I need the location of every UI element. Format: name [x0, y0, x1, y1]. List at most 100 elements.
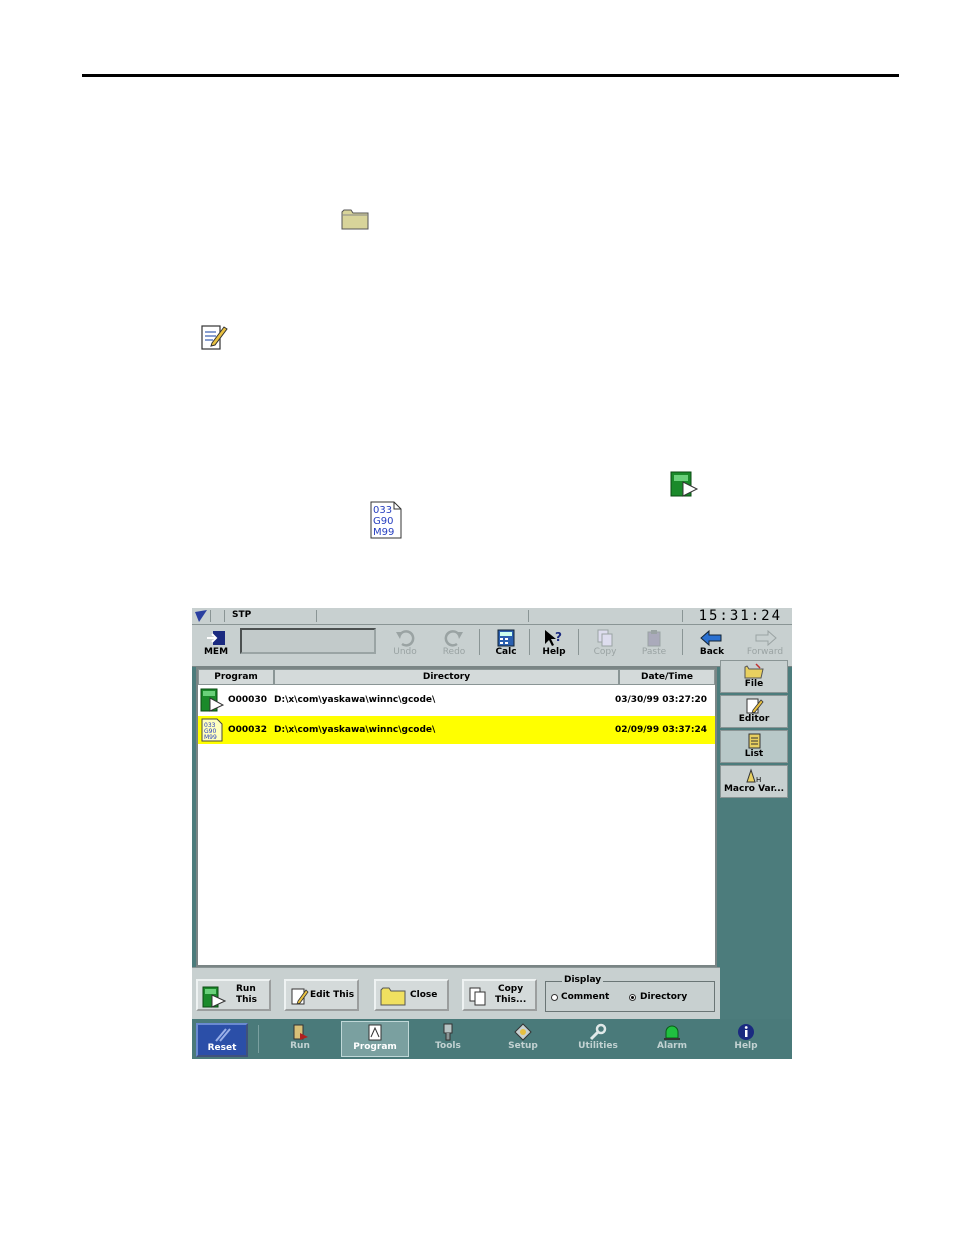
copy-this-label-1: Copy — [498, 984, 524, 994]
nav-run[interactable]: Run — [266, 1021, 334, 1057]
clock: 15:31:24 — [698, 608, 782, 624]
macro-variable-icon: H — [746, 768, 761, 784]
table-row[interactable]: O00030 D:\x\com\yaskawa\winnc\gcode\ 03/… — [198, 686, 715, 714]
help-button[interactable]: ? Help — [532, 627, 576, 663]
wrench-icon — [589, 1023, 607, 1041]
status-mode: STP — [232, 610, 252, 620]
close-label: Close — [410, 990, 438, 1000]
nav-setup-label: Setup — [508, 1041, 538, 1051]
folder-icon — [341, 209, 369, 230]
nav-utilities[interactable]: Utilities — [564, 1021, 632, 1057]
tab-macro-var[interactable]: H Macro Var... — [720, 765, 788, 798]
column-header-directory[interactable]: Directory — [274, 669, 619, 685]
program-datetime: 02/09/99 03:37:24 — [614, 725, 707, 735]
tab-editor[interactable]: Editor — [720, 695, 788, 728]
nav-help[interactable]: Help — [712, 1021, 780, 1057]
copy-this-button[interactable]: Copy This... — [462, 979, 537, 1011]
copy-label: Copy — [593, 647, 617, 657]
calc-label: Calc — [495, 647, 517, 657]
mdi-input[interactable] — [240, 628, 376, 654]
status-separator — [224, 610, 225, 622]
edit-icon — [291, 988, 309, 1005]
help-pointer-icon: ? — [545, 630, 562, 646]
nav-separator — [258, 1025, 259, 1053]
mem-icon — [207, 631, 225, 645]
forward-button[interactable]: Forward — [740, 627, 790, 663]
tab-file[interactable]: File — [720, 660, 788, 693]
column-header-datetime[interactable]: Date/Time — [619, 669, 715, 685]
tab-file-label: File — [744, 679, 764, 689]
table-row[interactable]: 033 G90 M99 O00032 D:\x\com\yaskawa\winn… — [198, 716, 715, 744]
gcode-file-icon: 033 G90 M99 — [370, 501, 402, 539]
paste-button[interactable]: Paste — [632, 627, 676, 663]
mem-button[interactable]: MEM — [196, 627, 236, 663]
redo-icon — [444, 630, 463, 647]
toolbar-separator — [479, 629, 480, 655]
program-list: Program Directory Date/Time O00030 D:\x\… — [196, 667, 717, 967]
reset-button[interactable]: Reset — [196, 1023, 248, 1057]
back-arrow-icon — [700, 629, 722, 647]
copy-icon — [469, 987, 486, 1006]
cnc-screen: STP 15:31:24 MEM Undo Redo Calc ? Help C… — [192, 608, 792, 1059]
nav-program[interactable]: Program — [341, 1021, 409, 1057]
directory-radio[interactable] — [629, 994, 636, 1001]
tab-list[interactable]: List — [720, 730, 788, 763]
editor-icon — [746, 698, 764, 714]
tools-icon — [443, 1023, 453, 1041]
nav-setup[interactable]: Setup — [489, 1021, 557, 1057]
nav-utilities-label: Utilities — [578, 1041, 618, 1051]
toolbar: MEM Undo Redo Calc ? Help Copy Paste Bac… — [192, 625, 792, 667]
program-name: O00032 — [228, 725, 267, 735]
run-icon — [293, 1024, 308, 1040]
svg-text:M99: M99 — [204, 734, 217, 741]
nav-tools-label: Tools — [435, 1041, 461, 1051]
directory-radio-label[interactable]: Directory — [640, 992, 687, 1002]
paste-icon — [647, 630, 661, 647]
top-rule — [82, 74, 899, 77]
toolbar-separator — [682, 629, 683, 655]
tab-macro-var-label: Macro Var... — [723, 784, 785, 794]
edit-this-label: Edit This — [310, 990, 355, 1000]
copy-this-label-2: This... — [495, 995, 527, 1005]
column-header-program[interactable]: Program — [198, 669, 274, 685]
comment-radio[interactable] — [551, 994, 558, 1001]
status-bar: STP 15:31:24 — [192, 608, 792, 625]
close-button[interactable]: Close — [374, 979, 449, 1011]
copy-icon — [597, 629, 613, 647]
back-label: Back — [699, 647, 725, 657]
program-directory: D:\x\com\yaskawa\winnc\gcode\ — [274, 695, 436, 705]
svg-text:H: H — [756, 776, 761, 784]
run-this-button[interactable]: Run This — [196, 979, 271, 1011]
redo-button[interactable]: Redo — [432, 627, 476, 663]
redo-label: Redo — [442, 647, 466, 657]
program-directory: D:\x\com\yaskawa\winnc\gcode\ — [274, 725, 436, 735]
help-label: Help — [542, 647, 566, 657]
calc-button[interactable]: Calc — [484, 627, 528, 663]
forward-arrow-icon — [755, 629, 777, 647]
forward-label: Forward — [746, 647, 784, 657]
tab-editor-label: Editor — [738, 714, 770, 724]
copy-button[interactable]: Copy — [583, 627, 627, 663]
list-icon — [748, 733, 761, 749]
setup-icon — [514, 1023, 532, 1041]
status-separator — [528, 610, 529, 622]
edit-this-button[interactable]: Edit This — [284, 979, 359, 1011]
run-program-icon — [202, 986, 226, 1008]
reset-icon — [215, 1028, 231, 1042]
nav-tools[interactable]: Tools — [414, 1021, 482, 1057]
undo-label: Undo — [393, 647, 417, 657]
display-title: Display — [562, 975, 604, 985]
program-name: O00030 — [228, 695, 267, 705]
toolbar-separator — [578, 629, 579, 655]
undo-button[interactable]: Undo — [383, 627, 427, 663]
svg-text:M99: M99 — [373, 527, 394, 538]
tab-list-label: List — [744, 749, 764, 759]
yaskawa-logo-icon — [195, 610, 207, 622]
back-button[interactable]: Back — [690, 627, 734, 663]
nav-alarm[interactable]: Alarm — [638, 1021, 706, 1057]
nav-alarm-label: Alarm — [657, 1041, 687, 1051]
undo-icon — [396, 630, 415, 647]
comment-radio-label[interactable]: Comment — [561, 992, 609, 1002]
info-icon — [738, 1024, 754, 1040]
mem-label: MEM — [203, 647, 229, 657]
